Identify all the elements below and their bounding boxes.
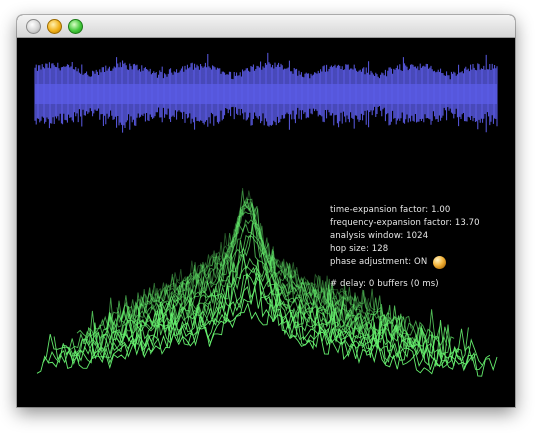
close-button[interactable]	[26, 19, 41, 34]
phase-adjustment-label: phase adjustment: ON	[330, 257, 428, 267]
parameter-readout: time-expansion factor: 1.00 frequency-ex…	[330, 204, 480, 291]
frequency-expansion-factor: frequency-expansion factor: 13.70	[330, 218, 480, 228]
time-expansion-factor: time-expansion factor: 1.00	[330, 205, 451, 215]
minimize-button[interactable]	[47, 19, 62, 34]
zoom-button[interactable]	[68, 19, 83, 34]
phase-adjustment-row: phase adjustment: ON	[330, 256, 480, 269]
delay-readout: # delay: 0 buffers (0 ms)	[330, 279, 439, 289]
waveform-display	[34, 52, 498, 133]
visualization-area: time-expansion factor: 1.00 frequency-ex…	[17, 38, 515, 407]
phase-indicator-icon[interactable]	[433, 256, 447, 269]
analysis-window: analysis window: 1024	[330, 231, 429, 241]
hop-size: hop size: 128	[330, 244, 389, 254]
waveform-core	[35, 84, 497, 104]
app-window: time-expansion factor: 1.00 frequency-ex…	[17, 15, 515, 407]
title-bar[interactable]	[17, 15, 515, 38]
